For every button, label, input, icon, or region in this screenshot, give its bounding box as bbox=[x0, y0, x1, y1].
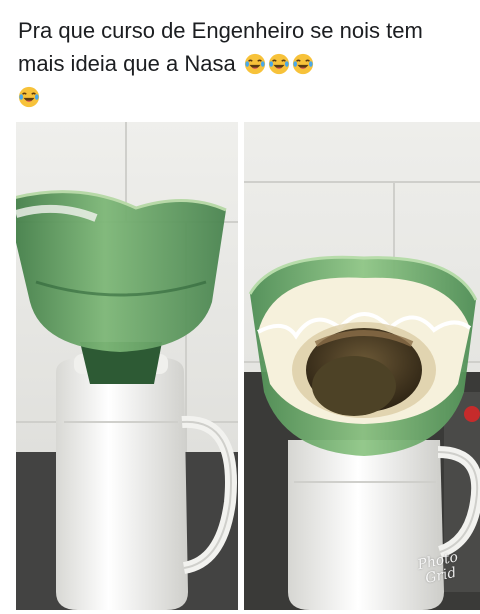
emoji-row bbox=[18, 80, 458, 113]
left-photo-illustration bbox=[16, 122, 238, 610]
laughing-with-tears-icon bbox=[244, 53, 265, 75]
laughing-with-tears-icon bbox=[268, 53, 289, 75]
right-photo-illustration bbox=[244, 122, 480, 610]
post-caption: Pra que curso de Engenheiro se nois tem … bbox=[18, 14, 458, 113]
right-photo[interactable]: Photo Grid bbox=[244, 122, 480, 610]
photo-grid: Photo Grid bbox=[16, 122, 480, 610]
left-photo[interactable] bbox=[16, 122, 238, 610]
post-card: Pra que curso de Engenheiro se nois tem … bbox=[0, 0, 480, 614]
laughing-with-tears-icon bbox=[18, 86, 40, 108]
post-text: Pra que curso de Engenheiro se nois tem … bbox=[18, 18, 423, 76]
laughing-with-tears-icon bbox=[292, 53, 313, 75]
